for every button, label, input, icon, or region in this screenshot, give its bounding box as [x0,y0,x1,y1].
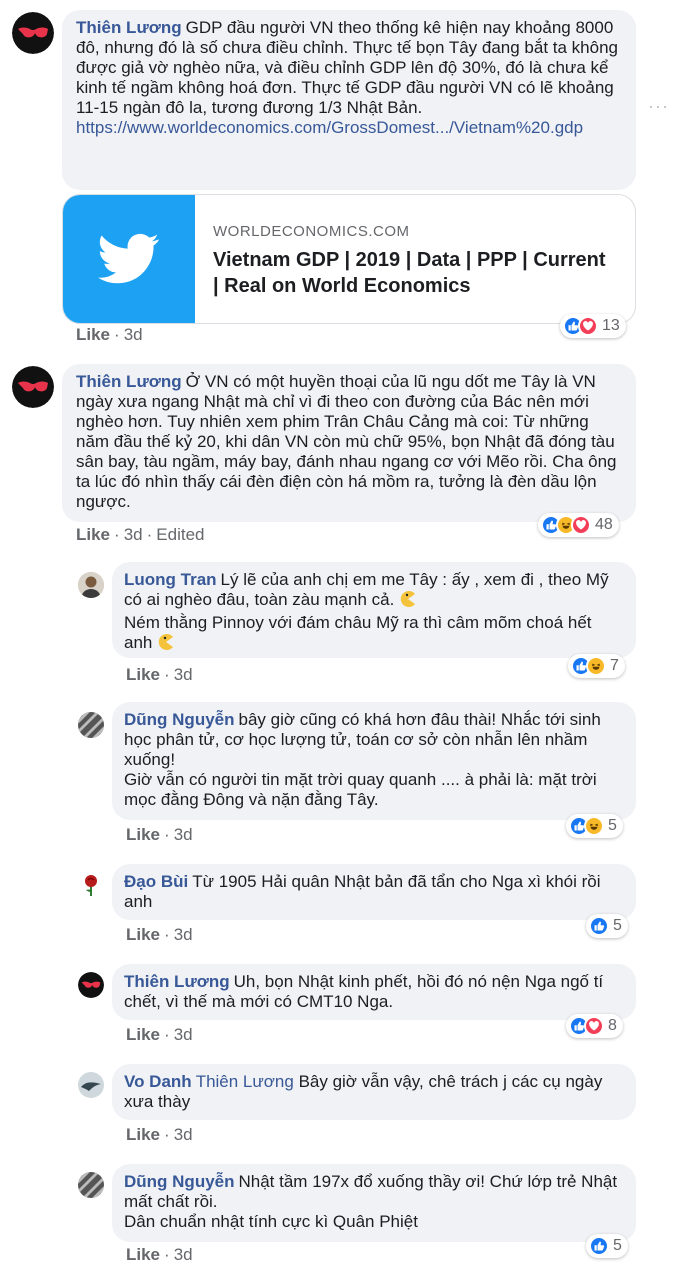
commenter-name[interactable]: Thiên Lương [76,372,182,391]
comment-actions: Like · 3d [126,665,193,684]
like-button[interactable]: Like [126,665,160,684]
reactions-summary[interactable]: 5 [586,1234,628,1258]
reactions-summary[interactable]: 13 [560,314,626,338]
like-reaction-icon [589,1236,609,1256]
avatar[interactable] [78,572,104,598]
link-preview-card[interactable]: WORLDECONOMICS.COM Vietnam GDP | 2019 | … [62,194,636,324]
commenter-name[interactable]: Thiên Lương [76,18,182,37]
reactions-summary[interactable]: 5 [586,914,628,938]
striped-avatar-icon [78,712,104,738]
reactions-summary[interactable]: 48 [538,513,619,537]
reactions-summary[interactable]: 7 [568,654,625,678]
commenter-name[interactable]: Đạo Bùi [124,872,188,891]
reaction-count: 8 [608,1017,617,1034]
comment-bubble: Dũng Nguyễn bây giờ cũng có khá hơn đâu t… [112,702,636,820]
bird-avatar-icon [78,1072,104,1098]
avatar[interactable] [12,366,54,408]
avatar[interactable] [78,1072,104,1098]
more-options-icon[interactable]: ··· [648,96,669,117]
reaction-count: 13 [602,317,620,334]
reactions-summary[interactable]: 5 [566,814,623,838]
comment-text: Từ 1905 Hải quân Nhật bản đã tẩn cho Nga… [124,872,601,911]
timestamp[interactable]: 3d [174,925,193,944]
reactions-summary[interactable]: 8 [566,1014,623,1038]
comment-bubble: Dũng Nguyễn Nhật tầm 197x đổ xuống thầy ơ… [112,1164,636,1242]
avatar[interactable] [78,972,104,998]
commenter-name[interactable]: Luong Tran [124,570,217,589]
avatar[interactable] [78,1172,104,1198]
pacman-emoji-icon [399,590,417,613]
love-reaction-icon [571,515,591,535]
commenter-name[interactable]: Dũng Nguyễn [124,710,235,729]
comment-bubble: Thiên Lương Uh, bọn Nhật kinh phết, hồi đ… [112,964,636,1020]
mention-link[interactable]: Thiên Lương [196,1072,294,1091]
like-button[interactable]: Like [126,1025,160,1044]
like-button[interactable]: Like [126,925,160,944]
reaction-count: 48 [595,516,613,533]
commenter-name[interactable]: Dũng Nguyễn [124,1172,235,1191]
love-reaction-icon [578,316,598,336]
comment-actions: Like · 3d [126,1125,193,1144]
like-button[interactable]: Like [126,1245,160,1264]
twitter-thumbnail [63,195,195,323]
like-button[interactable]: Like [76,325,110,344]
comment-link[interactable]: https://www.worldeconomics.com/GrossDome… [76,118,583,137]
card-domain: WORLDECONOMICS.COM [213,223,410,240]
reaction-count: 5 [613,917,622,934]
sunglasses-avatar-icon [12,366,54,408]
comment-actions: Like · 3d [126,825,193,844]
comment-text: Ném thằng Pinnoy với đám châu Mỹ ra thì … [124,613,592,652]
love-reaction-icon [584,1016,604,1036]
commenter-name[interactable]: Vo Danh [124,1072,192,1091]
timestamp[interactable]: 3d [124,525,143,544]
comment-actions: Like · 3d [126,925,193,944]
haha-reaction-icon [584,816,604,836]
card-title[interactable]: Vietnam GDP | 2019 | Data | PPP | Curren… [213,247,613,299]
striped-avatar-icon [78,1172,104,1198]
comment-text: Dân chuẩn nhật tính cực kì Quân Phiệt [124,1212,418,1231]
haha-reaction-icon [586,656,606,676]
sunglasses-avatar-icon [78,972,104,998]
reaction-count: 5 [613,1237,622,1254]
comment-actions: Like · 3d [126,1025,193,1044]
pacman-emoji-icon [157,633,175,656]
like-button[interactable]: Like [126,1125,160,1144]
comment-text: Giờ vẫn có người tin mặt trời quay quanh… [124,770,597,809]
sunglasses-avatar-icon [12,12,54,54]
timestamp[interactable]: 3d [174,825,193,844]
timestamp[interactable]: 3d [124,325,143,344]
comment-bubble: Thiên Lương Ở VN có một huyền thoại của l… [62,364,636,522]
avatar[interactable] [78,712,104,738]
comment-bubble: Luong Tran Lý lẽ của anh chị em me Tây : … [112,562,636,658]
reaction-count: 5 [608,817,617,834]
avatar[interactable] [12,12,54,54]
edited-label: Edited [156,525,205,544]
person-avatar-icon [78,572,104,598]
like-button[interactable]: Like [76,525,110,544]
reaction-count: 7 [610,657,619,674]
avatar[interactable] [78,872,104,898]
comment-bubble: Vo Danh Thiên Lương Bây giờ vẫn vậy, chê … [112,1064,636,1120]
comment-actions: Like · 3d [126,1245,193,1264]
comment-text: Ở VN có một huyền thoại của lũ ngu dốt m… [76,372,617,511]
timestamp[interactable]: 3d [174,1245,193,1264]
commenter-name[interactable]: Thiên Lương [124,972,230,991]
timestamp[interactable]: 3d [174,1025,193,1044]
comment-bubble: Thiên Lương GDP đầu người VN theo thống k… [62,10,636,190]
timestamp[interactable]: 3d [174,1125,193,1144]
comment-actions: Like · 3d · Edited [76,525,205,544]
rose-avatar-icon [78,872,104,898]
timestamp[interactable]: 3d [174,665,193,684]
comment-bubble: Đạo Bùi Từ 1905 Hải quân Nhật bản đã tẩn … [112,864,636,920]
like-reaction-icon [589,916,609,936]
twitter-bird-icon [98,233,159,284]
like-button[interactable]: Like [126,825,160,844]
comment-actions: Like · 3d [76,325,143,344]
